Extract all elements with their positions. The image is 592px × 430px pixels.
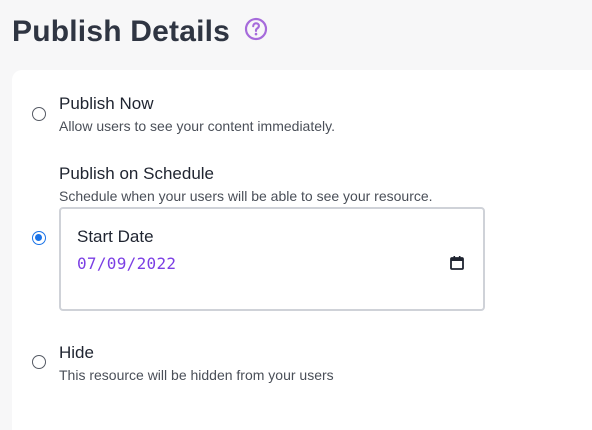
option-hide[interactable]: Hide This resource will be hidden from y…	[12, 340, 572, 390]
start-date-field[interactable]: Start Date 07/09/2022	[59, 207, 485, 311]
calendar-icon[interactable]	[449, 255, 465, 271]
publish-on-schedule-label: Publish on Schedule	[59, 164, 215, 183]
publish-details-header: Publish Details	[12, 12, 268, 52]
option-publish-now[interactable]: Publish Now Allow users to see your cont…	[12, 90, 572, 140]
help-icon[interactable]	[244, 17, 268, 41]
start-date-input[interactable]: 07/09/2022	[77, 254, 176, 273]
start-date-label: Start Date	[77, 227, 154, 246]
hide-label: Hide	[59, 343, 94, 362]
publish-on-schedule-radio[interactable]	[32, 231, 46, 245]
hide-radio[interactable]	[32, 355, 46, 369]
page-title: Publish Details	[12, 15, 231, 48]
publish-now-description: Allow users to see your content immediat…	[59, 118, 335, 134]
hide-description: This resource will be hidden from your u…	[59, 367, 334, 383]
publish-now-radio[interactable]	[32, 107, 46, 121]
publish-options-card: Publish Now Allow users to see your cont…	[12, 70, 592, 430]
publish-on-schedule-description: Schedule when your users will be able to…	[59, 188, 433, 204]
publish-now-label: Publish Now	[59, 94, 154, 113]
